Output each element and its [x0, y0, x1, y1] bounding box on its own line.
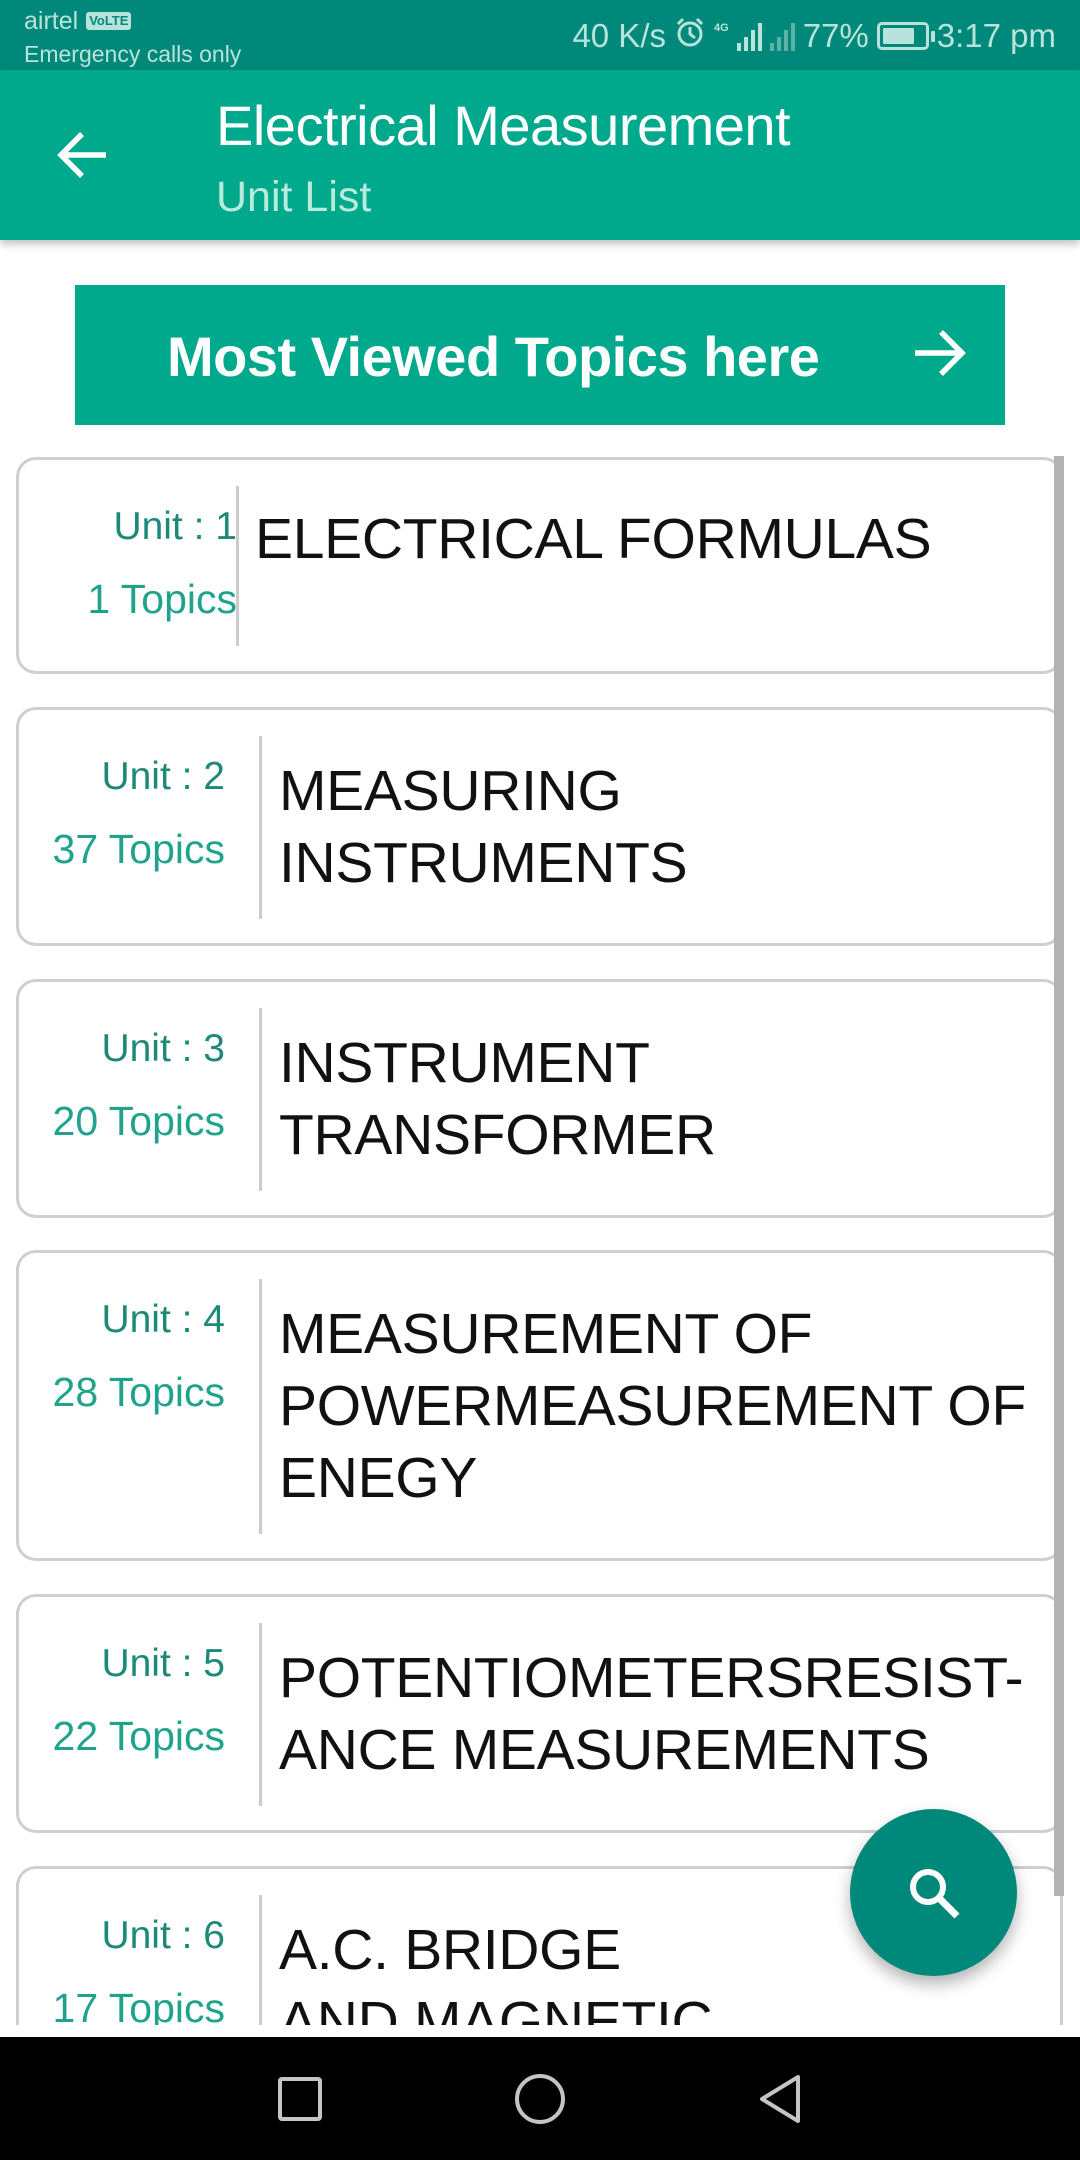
- signal-bars-icon: [736, 21, 762, 51]
- unit-number: Unit : 2: [101, 755, 225, 798]
- scrollbar-thumb[interactable]: [1054, 456, 1064, 1896]
- divider: [259, 1279, 262, 1534]
- status-indicators: 40 K/s 4G 77% 3:17 pm: [572, 14, 1056, 58]
- battery-fill: [882, 28, 914, 44]
- unit-title-line: TRANSFORMER: [279, 1103, 716, 1167]
- status-bar: airtel VoLTE Emergency calls only 40 K/s…: [0, 0, 1080, 70]
- unit-meta: Unit : 2 37 Topics: [19, 752, 225, 874]
- unit-title: INSTRUMENT TRANSFORMER: [279, 1027, 716, 1171]
- back-button[interactable]: [48, 120, 118, 190]
- unit-number: Unit : 3: [101, 1027, 225, 1070]
- unit-title-line: MEASUREMENT OF: [279, 1302, 813, 1366]
- back-nav-button[interactable]: [720, 2037, 840, 2160]
- divider: [259, 1623, 262, 1806]
- search-icon: [909, 1868, 959, 1918]
- arrow-left-icon: [57, 132, 106, 178]
- topic-count: 28 Topics: [52, 1369, 225, 1415]
- network-type: 4G: [714, 22, 729, 34]
- unit-title-line: ANCE MEASUREMENTS: [279, 1718, 930, 1782]
- recents-square-icon: [278, 2076, 322, 2121]
- back-triangle-icon: [760, 2074, 800, 2123]
- topic-count: 22 Topics: [52, 1713, 225, 1759]
- unit-card-2[interactable]: Unit : 2 37 Topics MEASURING INSTRUMENTS: [16, 707, 1063, 946]
- unit-title-line: AND MAGNETIC: [279, 1990, 713, 2025]
- arrow-right-icon: [915, 330, 966, 376]
- unit-card-4[interactable]: Unit : 4 28 Topics MEASUREMENT OF POWERM…: [16, 1250, 1063, 1561]
- unit-title-line: INSTRUMENT: [279, 1031, 650, 1095]
- unit-number: Unit : 6: [101, 1914, 225, 1957]
- carrier-info: airtel VoLTE: [24, 6, 132, 36]
- unit-card-1[interactable]: Unit : 1 1 Topics ELECTRICAL FORMULAS: [16, 457, 1063, 674]
- home-circle-icon: [515, 2073, 565, 2124]
- recents-button[interactable]: [240, 2037, 360, 2160]
- home-button[interactable]: [480, 2037, 600, 2160]
- unit-number: Unit : 5: [101, 1642, 225, 1685]
- unit-title: MEASURING INSTRUMENTS: [279, 755, 688, 899]
- topic-count: 37 Topics: [52, 826, 225, 872]
- unit-card-5[interactable]: Unit : 5 22 Topics POTENTIOMETERSRESIST-…: [16, 1594, 1063, 1833]
- system-navigation-bar: [0, 2037, 1080, 2160]
- battery-icon: [876, 22, 935, 50]
- unit-title-line: ELECTRICAL FORMULAS: [255, 507, 932, 571]
- page-title: Electrical Measurement: [216, 94, 791, 157]
- unit-meta: Unit : 5 22 Topics: [19, 1639, 225, 1761]
- carrier-name: airtel: [24, 7, 79, 35]
- page-subtitle: Unit List: [216, 173, 372, 221]
- topic-count: 20 Topics: [52, 1098, 225, 1144]
- unit-title-line: INSTRUMENTS: [279, 831, 688, 895]
- network-speed: 40 K/s: [572, 17, 666, 54]
- volte-badge: VoLTE: [86, 12, 132, 30]
- alarm-clock-icon: [674, 16, 706, 56]
- unit-list[interactable]: Unit : 1 1 Topics ELECTRICAL FORMULAS Un…: [0, 440, 1080, 2025]
- unit-meta: Unit : 4 28 Topics: [19, 1295, 225, 1417]
- unit-title: ELECTRICAL FORMULAS: [255, 503, 932, 575]
- unit-number: Unit : 1: [113, 505, 237, 548]
- most-viewed-topics-label: Most Viewed Topics here: [167, 325, 820, 388]
- battery-percent: 77%: [802, 17, 869, 54]
- divider: [259, 1008, 262, 1191]
- unit-title-line: POWERMEASUREMENT OF: [279, 1374, 1026, 1438]
- unit-meta: Unit : 6 17 Topics: [19, 1911, 225, 2025]
- divider: [236, 486, 239, 646]
- most-viewed-topics-button[interactable]: Most Viewed Topics here: [75, 285, 1005, 425]
- unit-meta: Unit : 1 1 Topics: [19, 502, 237, 624]
- unit-title: A.C. BRIDGE AND MAGNETIC: [279, 1914, 713, 2025]
- app-bar: Electrical Measurement Unit List: [0, 70, 1080, 240]
- unit-meta: Unit : 3 20 Topics: [19, 1024, 225, 1146]
- unit-title: MEASUREMENT OF POWERMEASUREMENT OF ENEGY: [279, 1298, 1026, 1514]
- no-signal-icon: [769, 21, 795, 51]
- unit-title-line: POTENTIOMETERSRESIST-: [279, 1646, 1024, 1710]
- unit-card-3[interactable]: Unit : 3 20 Topics INSTRUMENT TRANSFORME…: [16, 979, 1063, 1218]
- emergency-calls-text: Emergency calls only: [24, 41, 242, 67]
- divider: [259, 1895, 262, 2025]
- topic-count: 17 Topics: [52, 1985, 225, 2025]
- unit-title-line: MEASURING: [279, 759, 622, 823]
- divider: [259, 736, 262, 919]
- unit-number: Unit : 4: [101, 1298, 225, 1341]
- unit-title-line: ENEGY: [279, 1446, 478, 1510]
- search-fab-button[interactable]: [850, 1809, 1017, 1976]
- clock-time: 3:17 pm: [936, 17, 1056, 54]
- unit-title: POTENTIOMETERSRESIST- ANCE MEASUREMENTS: [279, 1642, 1024, 1786]
- unit-title-line: A.C. BRIDGE: [279, 1918, 621, 1982]
- topic-count: 1 Topics: [87, 576, 237, 622]
